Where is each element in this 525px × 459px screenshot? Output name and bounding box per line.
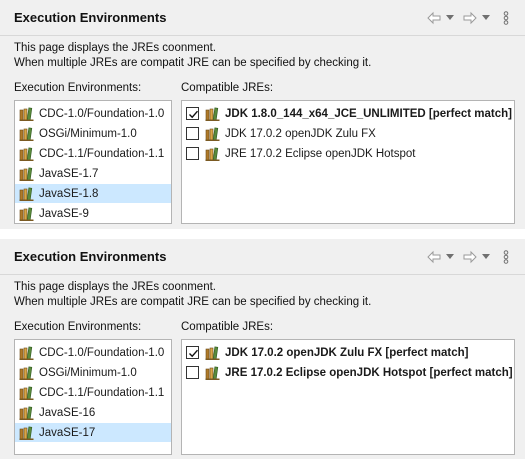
library-icon xyxy=(205,345,221,361)
toolbar xyxy=(425,9,513,27)
jre-checkbox[interactable] xyxy=(186,366,199,379)
dropdown-icon[interactable] xyxy=(481,248,491,266)
library-icon xyxy=(19,345,35,361)
jre-checkbox[interactable] xyxy=(186,127,199,140)
library-icon xyxy=(205,126,221,142)
jre-label: JDK 1.8.0_144_x64_JCE_UNLIMITED [perfect… xyxy=(225,107,512,120)
description-line: This page displays the JREs coonment. xyxy=(14,42,216,54)
back-arrow-icon[interactable] xyxy=(425,248,443,266)
back-arrow-icon[interactable] xyxy=(425,9,443,27)
toolbar xyxy=(425,248,513,266)
library-icon xyxy=(205,106,221,122)
env-list-item[interactable]: CDC-1.0/Foundation-1.0 xyxy=(15,104,171,123)
panel-header: Execution Environments xyxy=(0,239,525,275)
jre-list-item: JDK 17.0.2 openJDK Zulu FX xyxy=(182,124,514,143)
execution-environments-panel: Execution Environments This page displays… xyxy=(0,239,525,459)
description-line: When multiple JREs are compatit JRE can … xyxy=(14,296,372,308)
execution-environments-list[interactable]: CDC-1.0/Foundation-1.0 OSGi/Minimum-1.0 CD… xyxy=(14,100,172,224)
compatible-jres-list[interactable]: JDK 1.8.0_144_x64_JCE_UNLIMITED [perfect… xyxy=(181,100,515,224)
forward-arrow-icon[interactable] xyxy=(461,9,479,27)
env-list-item[interactable]: JavaSE-16 xyxy=(15,403,171,422)
library-icon xyxy=(19,206,35,222)
jre-list-item: JRE 17.0.2 Eclipse openJDK Hotspot xyxy=(182,144,514,163)
execution-environments-panel: Execution Environments This page displays… xyxy=(0,0,525,229)
library-icon xyxy=(19,146,35,162)
view-menu-icon[interactable] xyxy=(499,9,513,27)
env-list-item[interactable]: JavaSE-1.7 xyxy=(15,164,171,183)
library-icon xyxy=(19,385,35,401)
dropdown-icon[interactable] xyxy=(445,9,455,27)
env-label: OSGi/Minimum-1.0 xyxy=(39,366,137,379)
library-icon xyxy=(19,106,35,122)
jre-list-item: JRE 17.0.2 Eclipse openJDK Hotspot [perf… xyxy=(182,363,514,382)
env-list-item[interactable]: CDC-1.0/Foundation-1.0 xyxy=(15,343,171,362)
env-label: JavaSE-1.7 xyxy=(39,167,99,180)
library-icon xyxy=(205,365,221,381)
page-title: Execution Environments xyxy=(14,249,167,264)
jre-checkbox[interactable] xyxy=(186,346,199,359)
env-list-item[interactable]: JavaSE-17 xyxy=(15,423,171,442)
env-list-item[interactable]: CDC-1.1/Foundation-1.1 xyxy=(15,383,171,402)
dropdown-icon[interactable] xyxy=(481,9,491,27)
panel-header: Execution Environments xyxy=(0,0,525,36)
dropdown-icon[interactable] xyxy=(445,248,455,266)
library-icon xyxy=(19,126,35,142)
library-icon xyxy=(205,146,221,162)
env-list-label: Execution Environments: xyxy=(14,321,142,333)
view-menu-icon[interactable] xyxy=(499,248,513,266)
jre-list-label: Compatible JREs: xyxy=(181,82,274,94)
library-icon xyxy=(19,186,35,202)
forward-arrow-icon[interactable] xyxy=(461,248,479,266)
description: This page displays the JREs coonment. Whe… xyxy=(14,280,371,310)
env-list-item[interactable]: JavaSE-1.8 xyxy=(15,184,171,203)
env-label: OSGi/Minimum-1.0 xyxy=(39,127,137,140)
jre-list-label: Compatible JREs: xyxy=(181,321,274,333)
env-label: CDC-1.1/Foundation-1.1 xyxy=(39,147,165,160)
panel-divider xyxy=(0,229,525,239)
library-icon xyxy=(19,405,35,421)
execution-environments-list[interactable]: CDC-1.0/Foundation-1.0 OSGi/Minimum-1.0 CD… xyxy=(14,339,172,455)
jre-label: JRE 17.0.2 Eclipse openJDK Hotspot [perf… xyxy=(225,366,513,379)
library-icon xyxy=(19,425,35,441)
env-label: CDC-1.1/Foundation-1.1 xyxy=(39,386,165,399)
env-list-label: Execution Environments: xyxy=(14,82,142,94)
jre-list-item: JDK 1.8.0_144_x64_JCE_UNLIMITED [perfect… xyxy=(182,104,514,123)
jre-list-item: JDK 17.0.2 openJDK Zulu FX [perfect matc… xyxy=(182,343,514,362)
env-label: JavaSE-1.8 xyxy=(39,187,99,200)
env-list-item[interactable]: OSGi/Minimum-1.0 xyxy=(15,124,171,143)
jre-label: JRE 17.0.2 Eclipse openJDK Hotspot xyxy=(225,147,416,160)
jre-checkbox[interactable] xyxy=(186,107,199,120)
description: This page displays the JREs coonment. Whe… xyxy=(14,41,371,71)
jre-label: JDK 17.0.2 openJDK Zulu FX [perfect matc… xyxy=(225,346,469,359)
env-list-item[interactable]: CDC-1.1/Foundation-1.1 xyxy=(15,144,171,163)
page-title: Execution Environments xyxy=(14,10,167,25)
jre-label: JDK 17.0.2 openJDK Zulu FX xyxy=(225,127,376,140)
env-label: JavaSE-9 xyxy=(39,207,89,220)
library-icon xyxy=(19,166,35,182)
description-line: This page displays the JREs coonment. xyxy=(14,281,216,293)
jre-checkbox[interactable] xyxy=(186,147,199,160)
library-icon xyxy=(19,365,35,381)
env-list-item[interactable]: OSGi/Minimum-1.0 xyxy=(15,363,171,382)
env-label: CDC-1.0/Foundation-1.0 xyxy=(39,346,165,359)
env-label: JavaSE-16 xyxy=(39,406,96,419)
description-line: When multiple JREs are compatit JRE can … xyxy=(14,57,372,69)
env-list-item[interactable]: JavaSE-9 xyxy=(15,204,171,223)
env-label: CDC-1.0/Foundation-1.0 xyxy=(39,107,165,120)
env-label: JavaSE-17 xyxy=(39,426,96,439)
compatible-jres-list[interactable]: JDK 17.0.2 openJDK Zulu FX [perfect matc… xyxy=(181,339,515,455)
